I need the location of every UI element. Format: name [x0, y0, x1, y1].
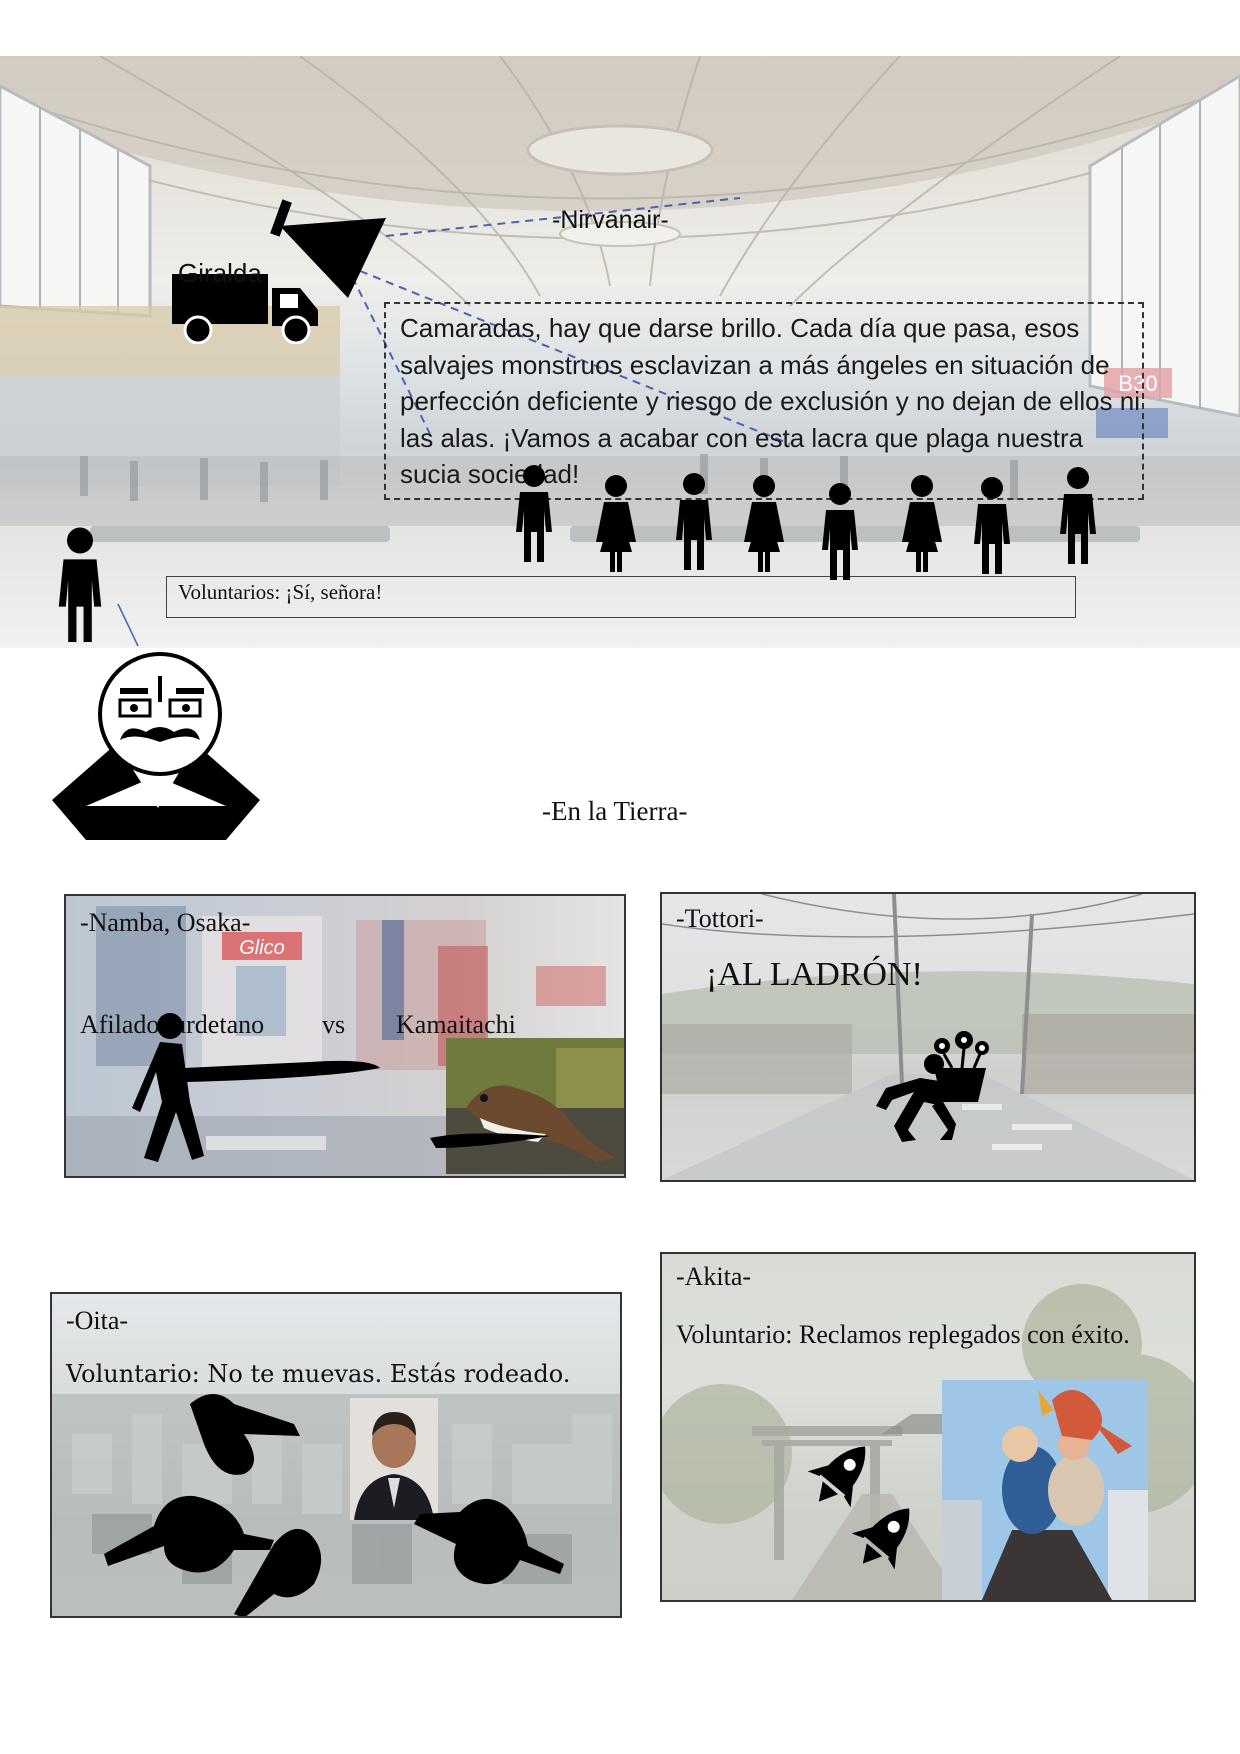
rocket-icon	[807, 1446, 910, 1570]
panel-title: -Tottori-	[676, 904, 764, 933]
pointing-hand-icon	[104, 1394, 564, 1616]
person-icon	[58, 527, 102, 642]
panel-title: -Namba, Osaka-	[80, 908, 251, 937]
speaker-label: Giralda	[178, 258, 262, 288]
panel-title: -Oita-	[66, 1306, 129, 1335]
panel-namba: Glico -Namba, Osaka- Afilado turdetano v…	[64, 894, 626, 1178]
location-title: -Nirvanair-	[552, 206, 669, 234]
fighter-icon	[132, 1013, 550, 1162]
thief-shout: ¡AL LADRÓN!	[706, 956, 923, 993]
volunteers-reply: Voluntarios: ¡Sí, señora!	[178, 580, 383, 604]
airport-scene: B30 -Nirvanair- Giralda Camaradas, hay q…	[0, 56, 1240, 648]
panel-tottori: -Tottori- ¡AL LADRÓN!	[660, 892, 1196, 1182]
meme-face-icon	[52, 652, 260, 840]
volunteer-figures	[516, 465, 1096, 580]
flower-pot-icon	[934, 1031, 989, 1102]
megaphone-icon	[270, 199, 386, 298]
panel-oita: -Oita- Voluntario: No te muevas. Estás r…	[50, 1292, 622, 1618]
statue-photo	[942, 1380, 1148, 1600]
person-icon	[516, 465, 552, 562]
glico-sign: Glico	[239, 937, 285, 959]
earth-heading: -En la Tierra-	[542, 796, 688, 826]
akita-line: Voluntario: Reclamos replegados con éxit…	[676, 1320, 1130, 1349]
panel-akita: -Akita- Voluntario: Reclamos replegados …	[660, 1252, 1196, 1602]
panel-title: -Akita-	[676, 1262, 752, 1291]
